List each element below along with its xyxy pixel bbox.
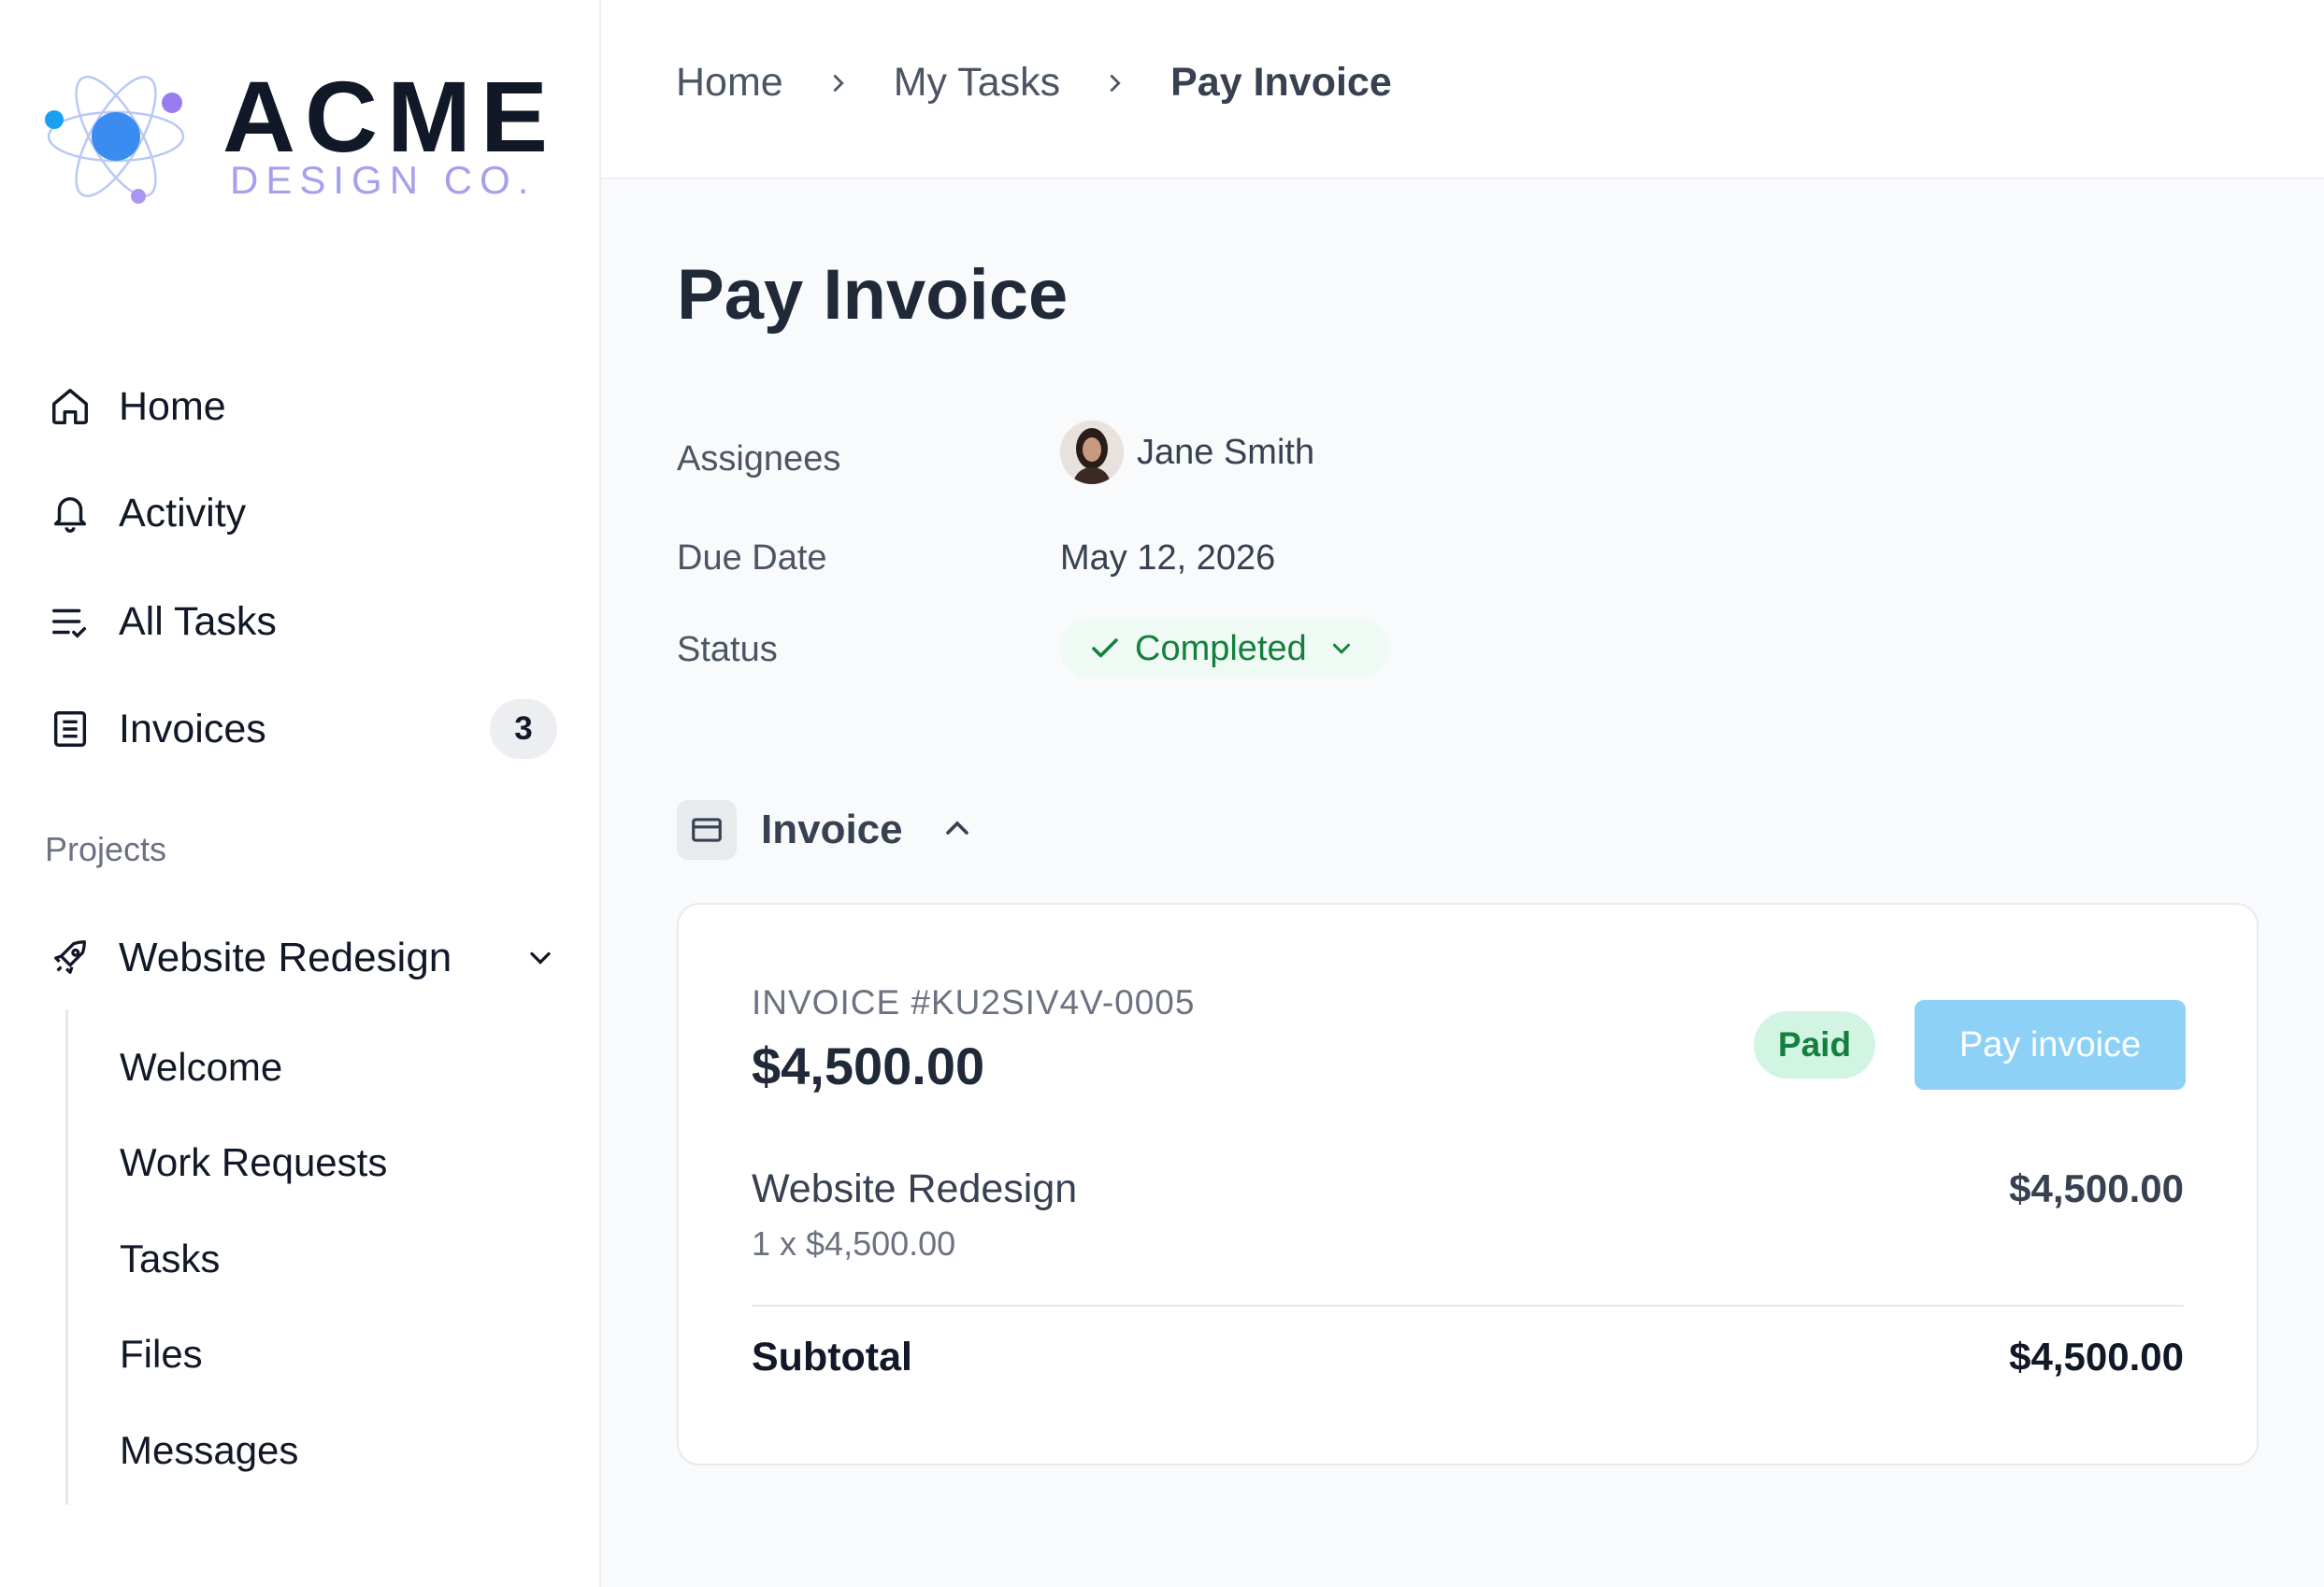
page-title: Pay Invoice [677,255,1069,335]
invoice-section-header[interactable]: Invoice [677,799,976,861]
rocket-icon [45,933,95,983]
divider [752,1305,2184,1307]
bell-icon [45,488,95,538]
assignee-name: Jane Smith [1137,432,1315,472]
sidebar-item-label: Activity [119,490,247,536]
sidebar: ACME DESIGN CO. Home Activity All Tasks … [0,0,601,1587]
status-badge: Paid [1754,1011,1875,1079]
subtotal-amount: $4,500.00 [2009,1335,2184,1379]
breadcrumb: Home My Tasks Pay Invoice [676,60,1392,106]
avatar [1060,421,1124,484]
invoice-card: INVOICE #KU2SIV4V-0005 $4,500.00 Paid Pa… [677,903,2259,1465]
credit-card-icon [677,800,737,860]
status-dropdown[interactable]: Completed [1060,619,1389,679]
due-date-value: May 12, 2026 [1060,538,1276,578]
chevron-right-icon [1101,69,1129,97]
sidebar-subitem-welcome[interactable]: Welcome [120,1045,282,1090]
brand-name: ACME [222,60,557,173]
invoices-count-badge: 3 [490,699,557,759]
brand-tagline: DESIGN CO. [230,158,537,202]
check-icon [1088,632,1122,665]
projects-section-label: Projects [45,830,167,868]
due-date-label: Due Date [677,538,827,578]
project-label: Website Redesign [119,935,452,980]
atom-logo-icon [45,76,185,204]
chevron-down-icon [1327,635,1356,663]
project-tree-line [65,1009,68,1505]
sidebar-subitem-tasks[interactable]: Tasks [120,1237,220,1281]
chevron-down-icon[interactable] [524,941,557,975]
task-list-icon [45,596,95,647]
assignees-label: Assignees [677,439,841,479]
document-icon [45,704,95,754]
sidebar-item-label: Invoices [119,706,266,751]
breadcrumb-home[interactable]: Home [676,60,783,106]
invoice-amount: $4,500.00 [752,1037,985,1095]
sidebar-subitem-files[interactable]: Files [120,1332,203,1377]
assignee[interactable]: Jane Smith [1060,421,1314,484]
status-label: Status [677,630,778,669]
sidebar-item-invoices[interactable]: Invoices 3 [45,692,557,766]
acme-logo[interactable]: ACME DESIGN CO. [41,62,548,221]
sidebar-subitem-messages[interactable]: Messages [120,1428,298,1473]
status-value: Completed [1135,628,1307,668]
pay-invoice-button[interactable]: Pay invoice [1915,1000,2186,1090]
sidebar-item-label: All Tasks [119,598,277,644]
chevron-up-icon[interactable] [939,809,976,851]
sidebar-item-label: Home [119,383,226,429]
line-item-qty: 1 x $4,500.00 [752,1224,956,1263]
sidebar-item-activity[interactable]: Activity [45,476,557,550]
sidebar-item-home[interactable]: Home [45,369,557,444]
line-item-amount: $4,500.00 [2009,1166,2184,1210]
invoice-section-title: Invoice [761,807,903,852]
subtotal-label: Subtotal [752,1335,912,1380]
breadcrumb-my-tasks[interactable]: My Tasks [894,60,1060,106]
chevron-right-icon [825,69,853,97]
invoice-number: INVOICE #KU2SIV4V-0005 [752,983,1196,1022]
top-header: Home My Tasks Pay Invoice [601,0,2324,179]
breadcrumb-current: Pay Invoice [1170,60,1392,105]
home-icon [45,381,95,432]
line-item-name: Website Redesign [752,1166,1078,1211]
sidebar-item-all-tasks[interactable]: All Tasks [45,584,557,659]
sidebar-subitem-work-requests[interactable]: Work Requests [120,1140,387,1185]
project-website-redesign[interactable]: Website Redesign [45,921,557,995]
